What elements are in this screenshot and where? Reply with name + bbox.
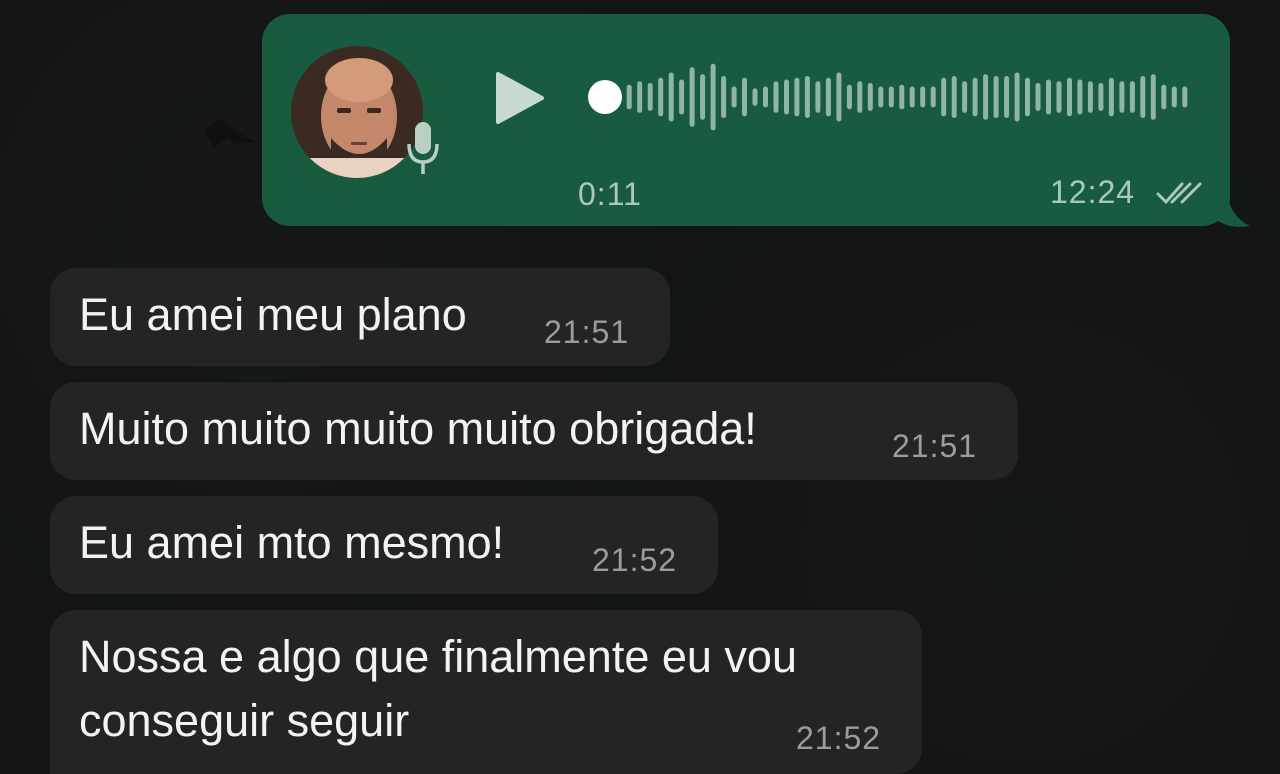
message-text: Eu amei mto mesmo! [79, 517, 505, 568]
waveform-bar [846, 84, 852, 110]
incoming-message[interactable]: Muito muito muito muito obrigada! 21:51 [50, 382, 1018, 480]
chat-area: 0:11 12:24 Eu amei meu plano 21:51 Muito… [0, 0, 1280, 774]
double-check-icon [1156, 182, 1202, 205]
waveform-bar [721, 76, 727, 118]
waveform-bar [710, 63, 716, 131]
waveform-bar [930, 86, 936, 108]
waveform-bar [993, 76, 999, 118]
waveform-bar [1046, 79, 1051, 115]
waveform-bar [983, 74, 989, 120]
message-text-line-1: Nossa e algo que finalmente eu vou [79, 631, 797, 682]
incoming-message[interactable]: Eu amei mto mesmo! 21:52 [50, 496, 718, 594]
waveform-bar [658, 77, 664, 117]
waveform-bar [878, 86, 884, 108]
microphone-icon [407, 122, 439, 174]
outgoing-voice-message[interactable]: 0:11 12:24 [262, 14, 1230, 226]
waveform-bar [836, 72, 842, 122]
waveform-bar [1108, 77, 1114, 117]
waveform-bar [857, 81, 863, 113]
waveform-bar [752, 88, 758, 106]
waveform-bar [1161, 84, 1167, 110]
play-icon[interactable] [494, 70, 546, 126]
waveform-bar [1171, 86, 1177, 108]
waveform-bar [1025, 77, 1030, 117]
playback-scrubber[interactable] [588, 80, 622, 114]
incoming-message[interactable]: Eu amei meu plano 21:51 [50, 268, 670, 366]
incoming-message[interactable]: Nossa e algo que finalmente eu vou conse… [50, 610, 922, 774]
waveform-bar [668, 72, 674, 122]
waveform-bar [825, 77, 831, 117]
waveform-bar [1140, 76, 1146, 118]
waveform-bar [962, 81, 968, 113]
waveform-bar [1004, 76, 1010, 118]
waveform-bar [1056, 81, 1062, 113]
wallpaper-doodle-icon [204, 118, 256, 148]
waveform-bar [763, 86, 768, 108]
waveform-bar [1119, 81, 1125, 113]
waveform-bar [815, 81, 821, 113]
audio-waveform[interactable] [624, 62, 1190, 132]
waveform-bar [899, 84, 905, 110]
waveform-bar [920, 86, 926, 108]
waveform-bar [773, 81, 779, 113]
waveform-bar [742, 77, 747, 117]
waveform-bar [731, 86, 737, 108]
bubble-tail [1212, 186, 1250, 227]
avatar-face-image [291, 46, 423, 178]
message-text-line-2: conseguir seguir [79, 695, 410, 746]
waveform-bar [888, 86, 894, 108]
voice-duration: 0:11 [578, 176, 642, 212]
waveform-bar [941, 77, 947, 117]
message-text: Muito muito muito muito obrigada! [79, 403, 757, 454]
avatar[interactable] [291, 46, 423, 178]
waveform-bar [909, 86, 915, 108]
waveform-bar [1150, 74, 1156, 120]
waveform-bar [951, 76, 957, 118]
waveform-bar [972, 77, 978, 117]
waveform-bar [1087, 81, 1093, 113]
waveform-bar [794, 77, 800, 117]
message-timestamp: 21:52 [796, 720, 882, 756]
waveform-bar [626, 84, 632, 110]
waveform-bar [647, 83, 653, 111]
message-timestamp: 21:52 [592, 542, 678, 578]
waveform-bar [784, 79, 789, 115]
waveform-bar [1182, 86, 1188, 108]
waveform-bar [1077, 79, 1083, 115]
waveform-bar [1098, 83, 1104, 111]
waveform-bar [1129, 81, 1135, 113]
waveform-bar [867, 83, 873, 111]
waveform-bar [637, 81, 643, 113]
waveform-bar [804, 76, 810, 118]
message-timestamp: 12:24 [1050, 174, 1136, 210]
waveform-bar [1014, 72, 1020, 122]
waveform-bar [1067, 77, 1072, 117]
waveform-bar [679, 79, 685, 115]
waveform-bar [700, 74, 706, 120]
message-timestamp: 21:51 [544, 314, 630, 350]
message-timestamp: 21:51 [892, 428, 978, 464]
message-text: Eu amei meu plano [79, 289, 467, 340]
waveform-bar [1035, 83, 1041, 111]
waveform-bar [689, 67, 695, 127]
